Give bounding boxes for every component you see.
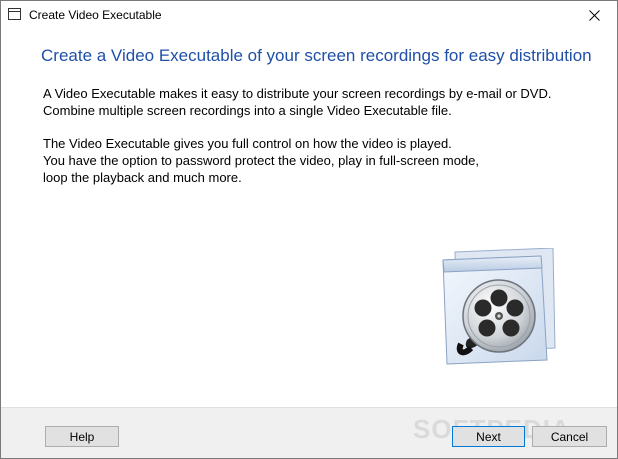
content-area: Create a Video Executable of your screen… [1,30,617,407]
next-button[interactable]: Next [452,426,525,447]
paragraph-line: A Video Executable makes it easy to dist… [43,86,552,101]
description-paragraph-2: The Video Executable gives you full cont… [43,135,479,186]
title-bar[interactable]: Create Video Executable [1,1,617,30]
paragraph-line: The Video Executable gives you full cont… [43,136,452,151]
cancel-button[interactable]: Cancel [532,426,607,447]
paragraph-line: Combine multiple screen recordings into … [43,103,452,118]
window-title: Create Video Executable [29,8,162,22]
close-button[interactable] [572,1,617,30]
description-paragraph-1: A Video Executable makes it easy to dist… [43,85,551,119]
dialog-window: Create Video Executable Create a Video E… [0,0,618,459]
button-bar: SOFTPEDIA Help Next Cancel [1,407,617,458]
window-icon [8,8,21,20]
page-heading: Create a Video Executable of your screen… [41,46,592,65]
paragraph-line: You have the option to password protect … [43,153,480,168]
close-icon [589,10,600,21]
paragraph-line: loop the playback and much more. [43,170,242,185]
help-button[interactable]: Help [45,426,119,447]
film-reel-window-icon [441,247,561,371]
